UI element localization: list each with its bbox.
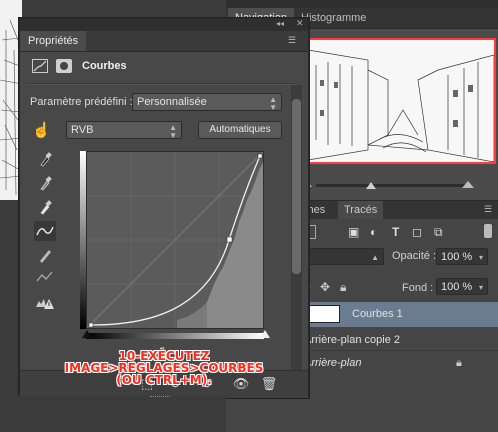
annotation-line-1: 10-EXÉCUTEZ IMAGE>RÉGLAGES>COURBES bbox=[64, 349, 264, 375]
fill-input[interactable]: 100 % ▾ bbox=[436, 278, 488, 295]
zoom-slider-handle[interactable] bbox=[366, 182, 376, 189]
channel-select[interactable]: RVB ▲ ▼ bbox=[66, 121, 182, 140]
properties-panel: ◂◂ ✕ Propriétés ☰ Courbes Paramètre préd… bbox=[19, 18, 309, 398]
zoom-in-icon[interactable] bbox=[462, 181, 474, 188]
fill-label: Fond : bbox=[402, 282, 434, 294]
filter-image-icon[interactable]: ▣ bbox=[348, 225, 359, 239]
layer-row[interactable]: Arrière-plan copie 2 bbox=[298, 328, 498, 352]
divider bbox=[26, 83, 296, 85]
tab-paths[interactable]: Tracés bbox=[338, 201, 384, 219]
clipping-warning-icon[interactable] bbox=[34, 293, 56, 313]
opacity-label: Opacité : bbox=[392, 250, 437, 262]
output-gradient-bar bbox=[80, 151, 86, 329]
mask-icon[interactable] bbox=[56, 59, 72, 73]
panel-menu-icon[interactable]: ☰ bbox=[484, 204, 492, 215]
filter-smart-object-icon[interactable]: ⧉ bbox=[434, 225, 443, 240]
opacity-input[interactable]: 100 % ▾ bbox=[436, 248, 488, 265]
lock-all-icon[interactable]: 🔒︎ bbox=[340, 280, 346, 295]
preset-select[interactable]: Personnalisée ▲ ▼ bbox=[132, 93, 282, 112]
layer-name[interactable]: Arrière-plan copie 2 bbox=[304, 328, 400, 352]
eyedropper-black-icon[interactable] bbox=[34, 149, 56, 169]
close-icon[interactable]: ✕ bbox=[296, 18, 304, 29]
curves-graph[interactable] bbox=[86, 151, 264, 329]
layer-name[interactable]: Courbes 1 bbox=[352, 302, 403, 326]
eyedropper-white-icon[interactable] bbox=[34, 197, 56, 217]
white-point-slider[interactable] bbox=[260, 330, 270, 338]
hand-target-icon[interactable]: ☝ bbox=[32, 121, 51, 139]
curve-point-black[interactable] bbox=[88, 322, 94, 328]
collapse-icon[interactable]: ◂◂ bbox=[276, 19, 284, 28]
filter-shape-icon[interactable]: ◻ bbox=[412, 225, 422, 239]
smooth-icon[interactable] bbox=[34, 267, 56, 287]
scrollbar-thumb[interactable] bbox=[292, 99, 301, 274]
lock-position-icon[interactable]: ✥ bbox=[320, 280, 330, 294]
pencil-icon[interactable] bbox=[34, 245, 56, 265]
layer-row[interactable]: Courbes 1 bbox=[298, 302, 498, 327]
black-point-slider[interactable] bbox=[82, 330, 92, 338]
curve-edit-icon[interactable] bbox=[34, 221, 56, 241]
curves-adjustment-icon bbox=[32, 59, 48, 73]
curve-point-mid[interactable] bbox=[226, 236, 233, 243]
filter-type-icon[interactable]: T bbox=[392, 225, 399, 239]
panel-titlebar[interactable]: ◂◂ ✕ bbox=[20, 18, 308, 31]
tab-properties[interactable]: Propriétés bbox=[20, 31, 87, 51]
tutorial-annotation: 10-EXÉCUTEZ IMAGE>RÉGLAGES>COURBES (OU C… bbox=[29, 350, 299, 386]
filter-toggle[interactable] bbox=[484, 224, 492, 238]
layer-name[interactable]: Arrière-plan bbox=[304, 351, 361, 375]
filter-adjustment-icon[interactable]: ◐ bbox=[370, 225, 377, 239]
navigator-preview[interactable] bbox=[306, 38, 496, 164]
auto-button[interactable]: Automatiques bbox=[198, 121, 282, 139]
lock-icon: 🔒︎ bbox=[456, 357, 462, 369]
panel-menu-icon[interactable]: ☰ bbox=[288, 35, 296, 46]
eyedropper-gray-icon[interactable] bbox=[34, 173, 56, 193]
layer-row[interactable]: Arrière-plan 🔒︎ bbox=[298, 350, 498, 375]
annotation-line-2: (OU CTRL+M). bbox=[116, 373, 212, 387]
blend-mode-select[interactable]: ▲ bbox=[298, 248, 384, 265]
zoom-slider[interactable] bbox=[316, 184, 466, 187]
preset-label: Paramètre prédéfini : bbox=[30, 96, 133, 108]
layer-mask-thumbnail bbox=[308, 305, 340, 323]
input-gradient-bar bbox=[86, 333, 264, 339]
bottom-area bbox=[0, 396, 226, 432]
layer-filter-bar: ▣ ◐ T ◻ ⧉ bbox=[298, 222, 498, 242]
adjustment-title: Courbes bbox=[82, 60, 127, 72]
curve-point-white[interactable] bbox=[257, 153, 263, 159]
properties-tabbar: Propriétés ☰ bbox=[20, 31, 308, 52]
